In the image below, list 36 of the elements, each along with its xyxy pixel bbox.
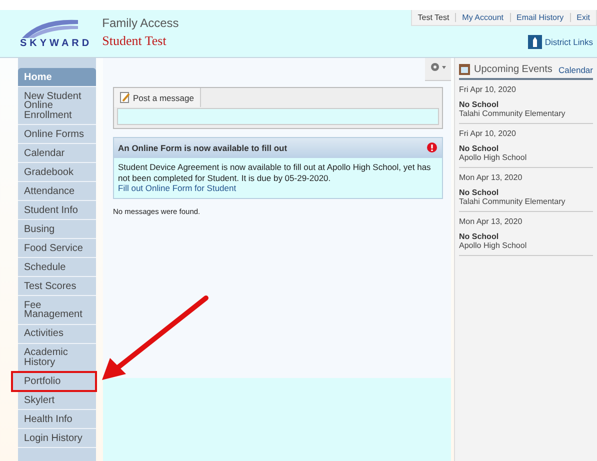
event-date: Fri Apr 10, 2020: [459, 85, 517, 94]
header-link[interactable]: Email History: [510, 13, 570, 22]
header-link[interactable]: My Account: [455, 13, 510, 22]
logo-text: SKYWARD: [20, 38, 92, 49]
district-links-link[interactable]: District Links: [544, 37, 593, 47]
student-name: Student Test: [102, 33, 168, 49]
event-place: Apollo High School: [459, 153, 528, 162]
nav-item[interactable]: Skylert: [18, 391, 96, 410]
event-date: Mon Apr 13, 2020: [459, 217, 524, 226]
nav-item[interactable]: Portfolio: [12, 372, 96, 391]
event-place: Apollo High School: [459, 241, 528, 250]
alert-text: Student Device Agreement is now available to fill out at Apollo High School, yet has not been completed for Student. It is due by 05-29-2020.: [118, 162, 432, 183]
note-icon: [120, 92, 130, 103]
alert-title: An Online Form is now available to fill out: [118, 143, 288, 153]
post-message-tab[interactable]: Post a message: [114, 88, 201, 107]
calendar-icon: [459, 64, 470, 75]
alert-icon: [426, 142, 438, 154]
user-name[interactable]: Test Test: [412, 13, 456, 22]
event-place: Talahi Community Elementary: [459, 109, 566, 118]
events-title: Upcoming Events: [474, 64, 554, 75]
calendar-link[interactable]: Calendar: [558, 64, 593, 74]
event-date: Fri Apr 10, 2020: [459, 129, 517, 138]
event-name: No School: [459, 188, 500, 197]
nav-item[interactable]: Activities: [18, 324, 96, 344]
settings-icon[interactable]: [425, 58, 451, 81]
message-field[interactable]: [117, 108, 439, 125]
app-name: Family Access: [102, 16, 179, 30]
event-name: No School: [459, 232, 500, 241]
form-link[interactable]: Fill out Online Form for Student: [118, 183, 236, 194]
event-date: Mon Apr 13, 2020: [459, 173, 524, 182]
event-place: Talahi Community Elementary: [459, 197, 566, 206]
header-link[interactable]: Exit: [570, 13, 596, 22]
school-icon: [528, 35, 542, 49]
event-name: No School: [459, 144, 500, 153]
event-name: No School: [459, 100, 500, 109]
nav-item[interactable]: Academic History: [18, 344, 96, 372]
